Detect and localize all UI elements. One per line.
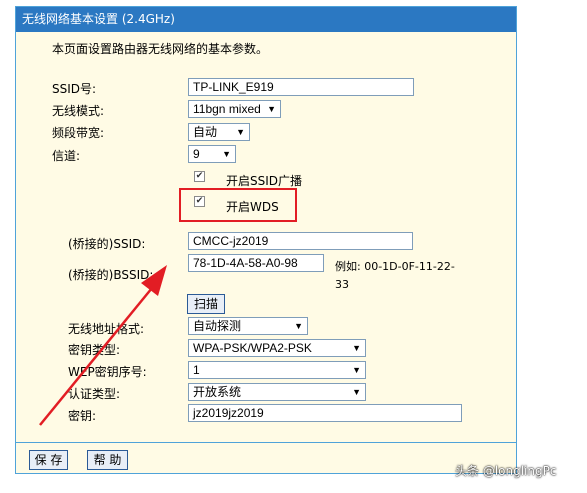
- watermark-text: 头条 @longlingPc: [455, 464, 557, 478]
- annotation-arrow-icon: [39, 265, 167, 426]
